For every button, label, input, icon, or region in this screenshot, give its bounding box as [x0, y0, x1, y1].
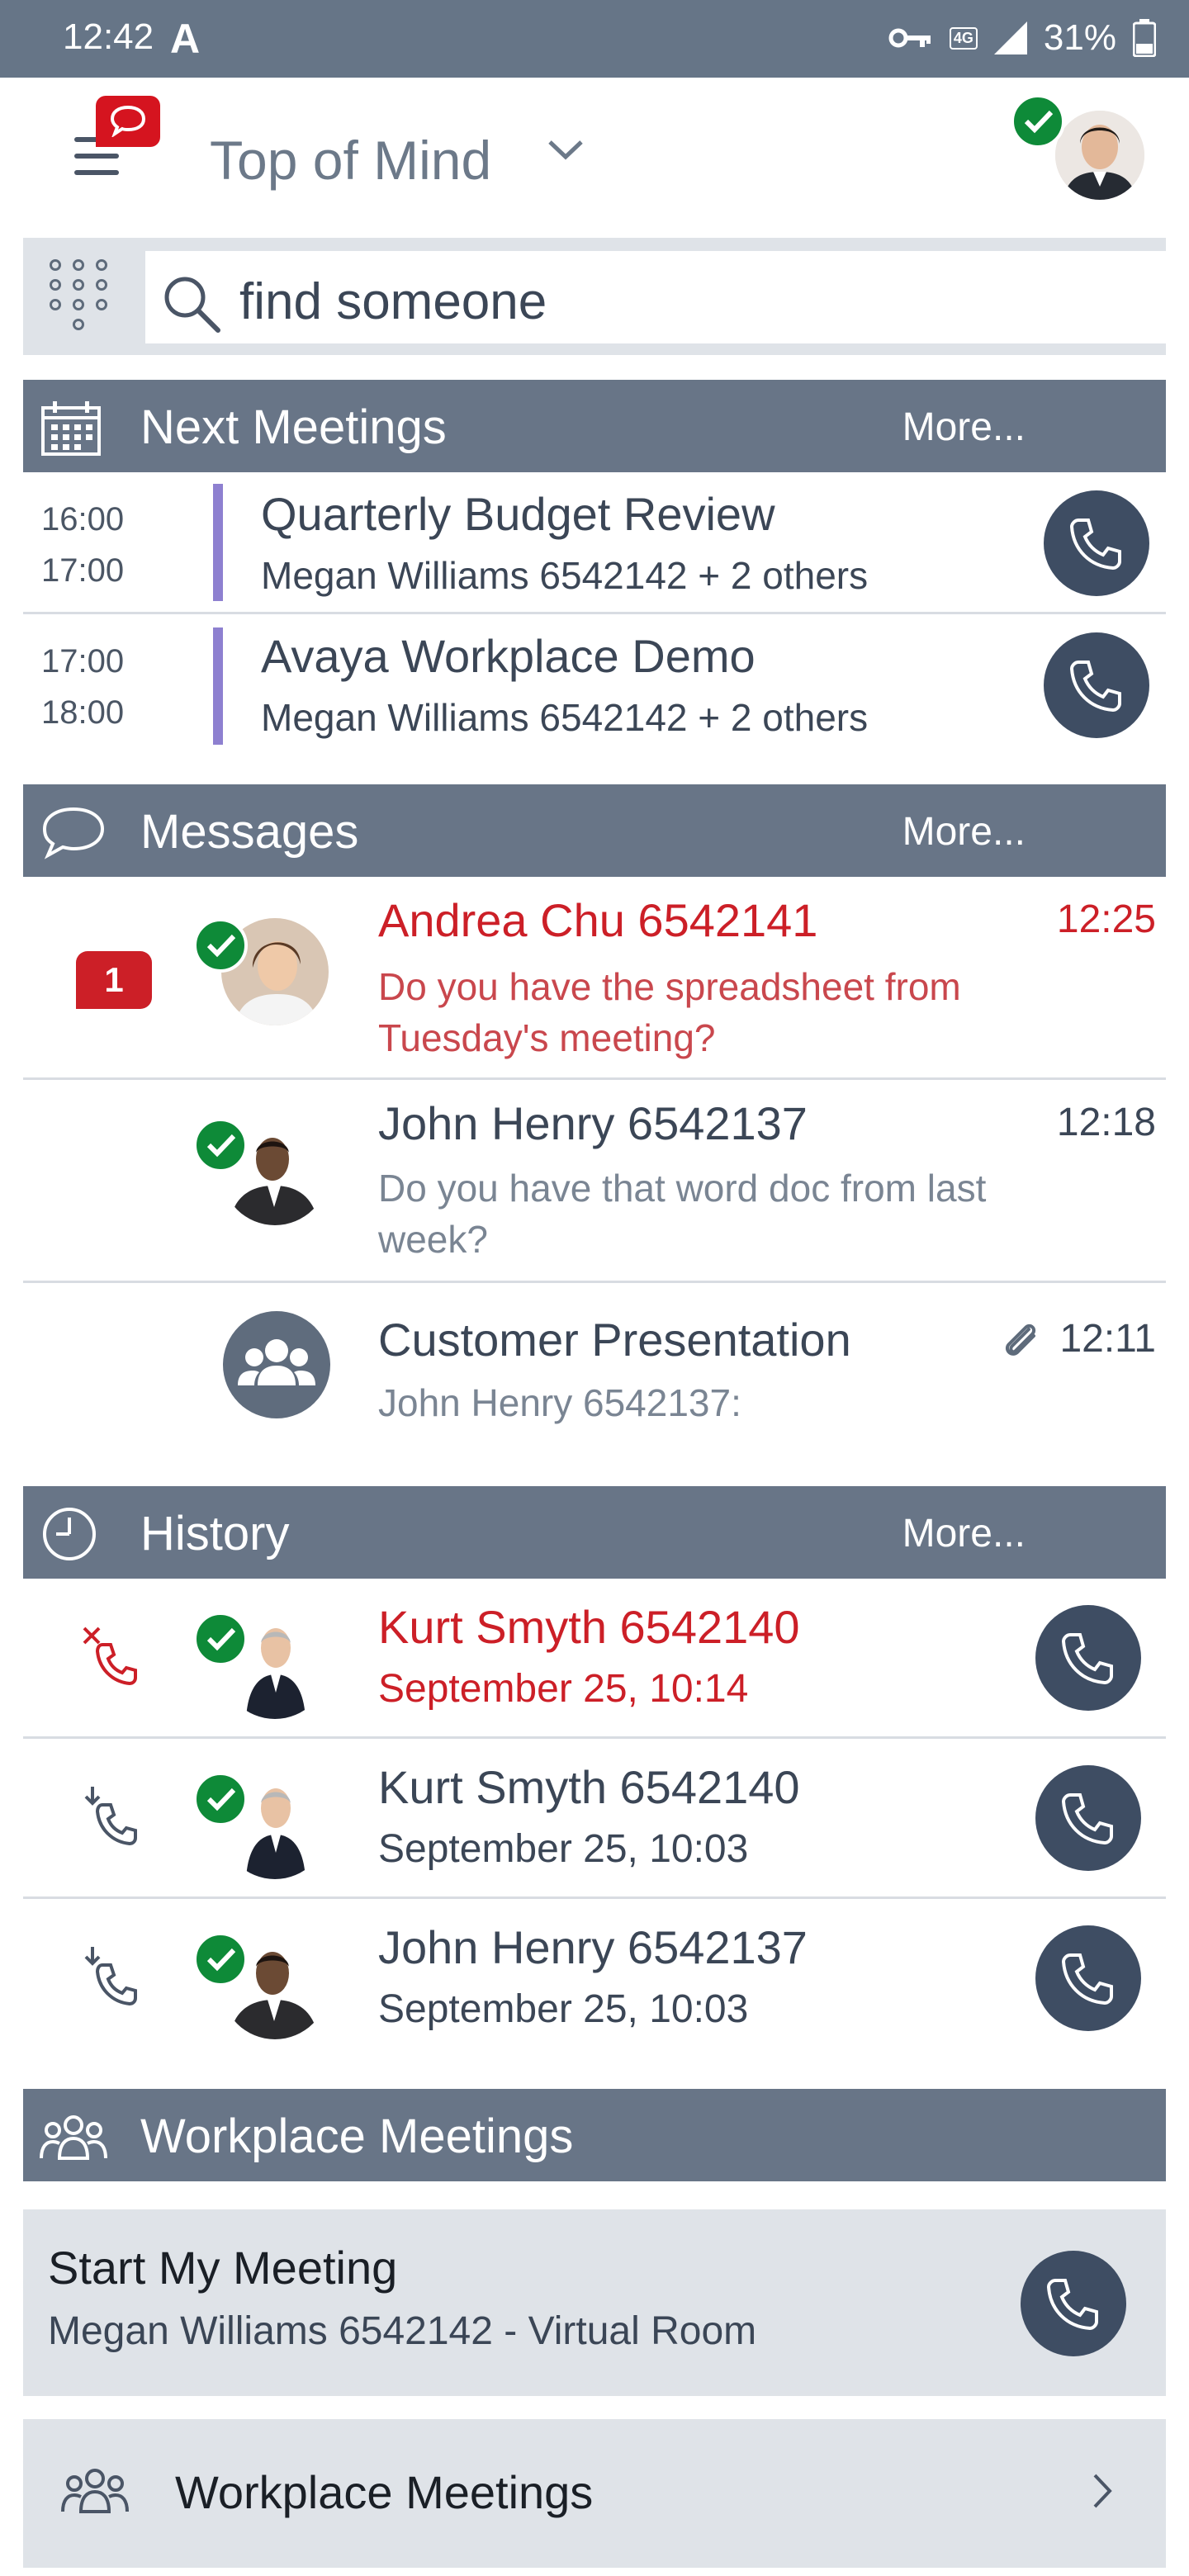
presence-available-badge — [193, 1612, 248, 1666]
message-row[interactable]: 1 Andrea Chu 6542141 12:25 Do you have t… — [23, 877, 1166, 1080]
missed-call-icon — [83, 1627, 137, 1686]
attachment-icon — [1005, 1324, 1036, 1356]
status-time: 12:42 — [63, 17, 154, 57]
message-preview: Do you have that word doc from last week… — [378, 1167, 987, 1261]
battery-icon — [1133, 19, 1156, 57]
presence-available-badge — [193, 1932, 248, 1986]
section-title: History — [140, 1507, 290, 1560]
section-title: Workplace Meetings — [140, 2110, 574, 2163]
contact-name: Kurt Smyth 6542140 — [378, 1601, 800, 1653]
presence-available-badge — [193, 918, 248, 973]
chat-bubble-icon — [110, 105, 146, 137]
calendar-icon — [41, 401, 101, 456]
dialpad-icon[interactable] — [48, 259, 114, 339]
start-meeting-title: Start My Meeting — [48, 2242, 398, 2294]
message-preview: Do you have the spreadsheet from Tuesday… — [378, 965, 961, 1059]
group-icon — [40, 2115, 107, 2160]
message-row[interactable]: John Henry 6542137 12:18 Do you have tha… — [23, 1080, 1166, 1283]
start-my-meeting-card[interactable]: Start My Meeting Megan Williams 6542142 … — [23, 2209, 1166, 2396]
unread-count-badge: 1 — [76, 951, 152, 1009]
history-header: History More... — [23, 1486, 1166, 1579]
next-meetings-header: Next Meetings More... — [23, 380, 1166, 472]
history-row[interactable]: Kurt Smyth 6542140 September 25, 10:14 — [23, 1579, 1166, 1739]
message-row[interactable]: Customer Presentation 12:11 John Henry 6… — [23, 1283, 1166, 1473]
message-time: 12:25 — [1056, 897, 1156, 941]
phone-icon — [1061, 1633, 1113, 1685]
presence-available-badge — [1011, 94, 1065, 149]
call-date: September 25, 10:03 — [378, 1827, 749, 1871]
app-notification-icon: A — [170, 16, 201, 62]
meeting-end-time: 17:00 — [41, 552, 125, 589]
conversation-title: Customer Presentation — [378, 1314, 851, 1366]
contact-name: Andrea Chu 6542141 — [378, 894, 818, 946]
meeting-color-bar — [213, 484, 223, 601]
call-date: September 25, 10:03 — [378, 1987, 749, 2031]
incoming-call-icon — [84, 1947, 137, 2006]
section-title: Next Meetings — [140, 400, 447, 454]
meeting-title: Avaya Workplace Demo — [261, 630, 756, 682]
incoming-call-icon — [84, 1787, 137, 1846]
phone-icon — [1046, 2279, 1098, 2331]
meeting-start-time: 16:00 — [41, 501, 125, 537]
call-date: September 25, 10:14 — [378, 1667, 749, 1711]
more-messages-link[interactable]: More... — [902, 809, 1026, 855]
meeting-participants: Megan Williams 6542142 + 2 others — [261, 554, 869, 597]
meeting-row[interactable]: 17:00 18:00 Avaya Workplace Demo Megan W… — [23, 614, 1166, 779]
meeting-end-time: 18:00 — [41, 694, 125, 731]
contact-name: John Henry 6542137 — [378, 1097, 808, 1149]
battery-percent: 31% — [1043, 17, 1116, 58]
status-bar: 12:42 A 4G 31% — [0, 0, 1189, 78]
contact-name: Kurt Smyth 6542140 — [378, 1761, 800, 1813]
presence-available-badge — [193, 1118, 248, 1172]
section-title: Messages — [140, 805, 359, 859]
chevron-right-icon — [1093, 2474, 1112, 2508]
phone-icon — [1069, 519, 1121, 571]
join-meeting-button[interactable] — [1044, 490, 1149, 596]
more-history-link[interactable]: More... — [902, 1511, 1026, 1556]
phone-icon — [1069, 661, 1121, 713]
group-avatar-icon — [223, 1311, 330, 1418]
join-meeting-button[interactable] — [1044, 632, 1149, 738]
chevron-down-icon[interactable] — [547, 137, 585, 162]
group-icon — [61, 2469, 129, 2513]
workplace-meetings-header: Workplace Meetings — [23, 2089, 1166, 2181]
message-time: 12:18 — [1056, 1101, 1156, 1144]
presence-available-badge — [193, 1772, 248, 1826]
search-input[interactable]: find someone — [145, 251, 1166, 343]
meeting-participants: Megan Williams 6542142 + 2 others — [261, 696, 869, 739]
meeting-start-time: 17:00 — [41, 643, 125, 680]
phone-icon — [1061, 1953, 1113, 2005]
contact-name: John Henry 6542137 — [378, 1921, 808, 1973]
workplace-meetings-link[interactable]: Workplace Meetings — [23, 2419, 1166, 2568]
history-row[interactable]: Kurt Smyth 6542140 September 25, 10:03 — [23, 1739, 1166, 1899]
chat-bubble-icon — [42, 807, 105, 859]
network-type-badge: 4G — [949, 26, 978, 50]
user-avatar[interactable] — [1055, 111, 1144, 200]
meeting-title: Quarterly Budget Review — [261, 488, 775, 540]
start-meeting-call-button[interactable] — [1021, 2251, 1126, 2356]
message-time: 12:11 — [1059, 1317, 1156, 1361]
app-header: Top of Mind — [0, 78, 1189, 234]
call-back-button[interactable] — [1035, 1925, 1141, 2031]
phone-icon — [1061, 1793, 1113, 1845]
call-back-button[interactable] — [1035, 1765, 1141, 1871]
messages-header: Messages More... — [23, 784, 1166, 877]
search-bar: find someone — [23, 238, 1166, 355]
signal-icon — [993, 21, 1027, 54]
meeting-color-bar — [213, 627, 223, 745]
more-meetings-link[interactable]: More... — [902, 405, 1026, 450]
clock-icon — [43, 1508, 96, 1560]
meeting-row[interactable]: 16:00 17:00 Quarterly Budget Review Mega… — [23, 472, 1166, 614]
search-placeholder: find someone — [239, 273, 547, 330]
message-preview: John Henry 6542137: — [378, 1381, 741, 1424]
page-title[interactable]: Top of Mind — [210, 129, 491, 192]
vpn-key-icon — [888, 28, 931, 48]
message-notification-badge — [96, 96, 160, 147]
virtual-room-label: Megan Williams 6542142 - Virtual Room — [48, 2309, 757, 2353]
search-icon — [164, 277, 220, 333]
history-row[interactable]: John Henry 6542137 September 25, 10:03 — [23, 1899, 1166, 2059]
workplace-meetings-label: Workplace Meetings — [175, 2466, 594, 2518]
call-back-button[interactable] — [1035, 1605, 1141, 1711]
